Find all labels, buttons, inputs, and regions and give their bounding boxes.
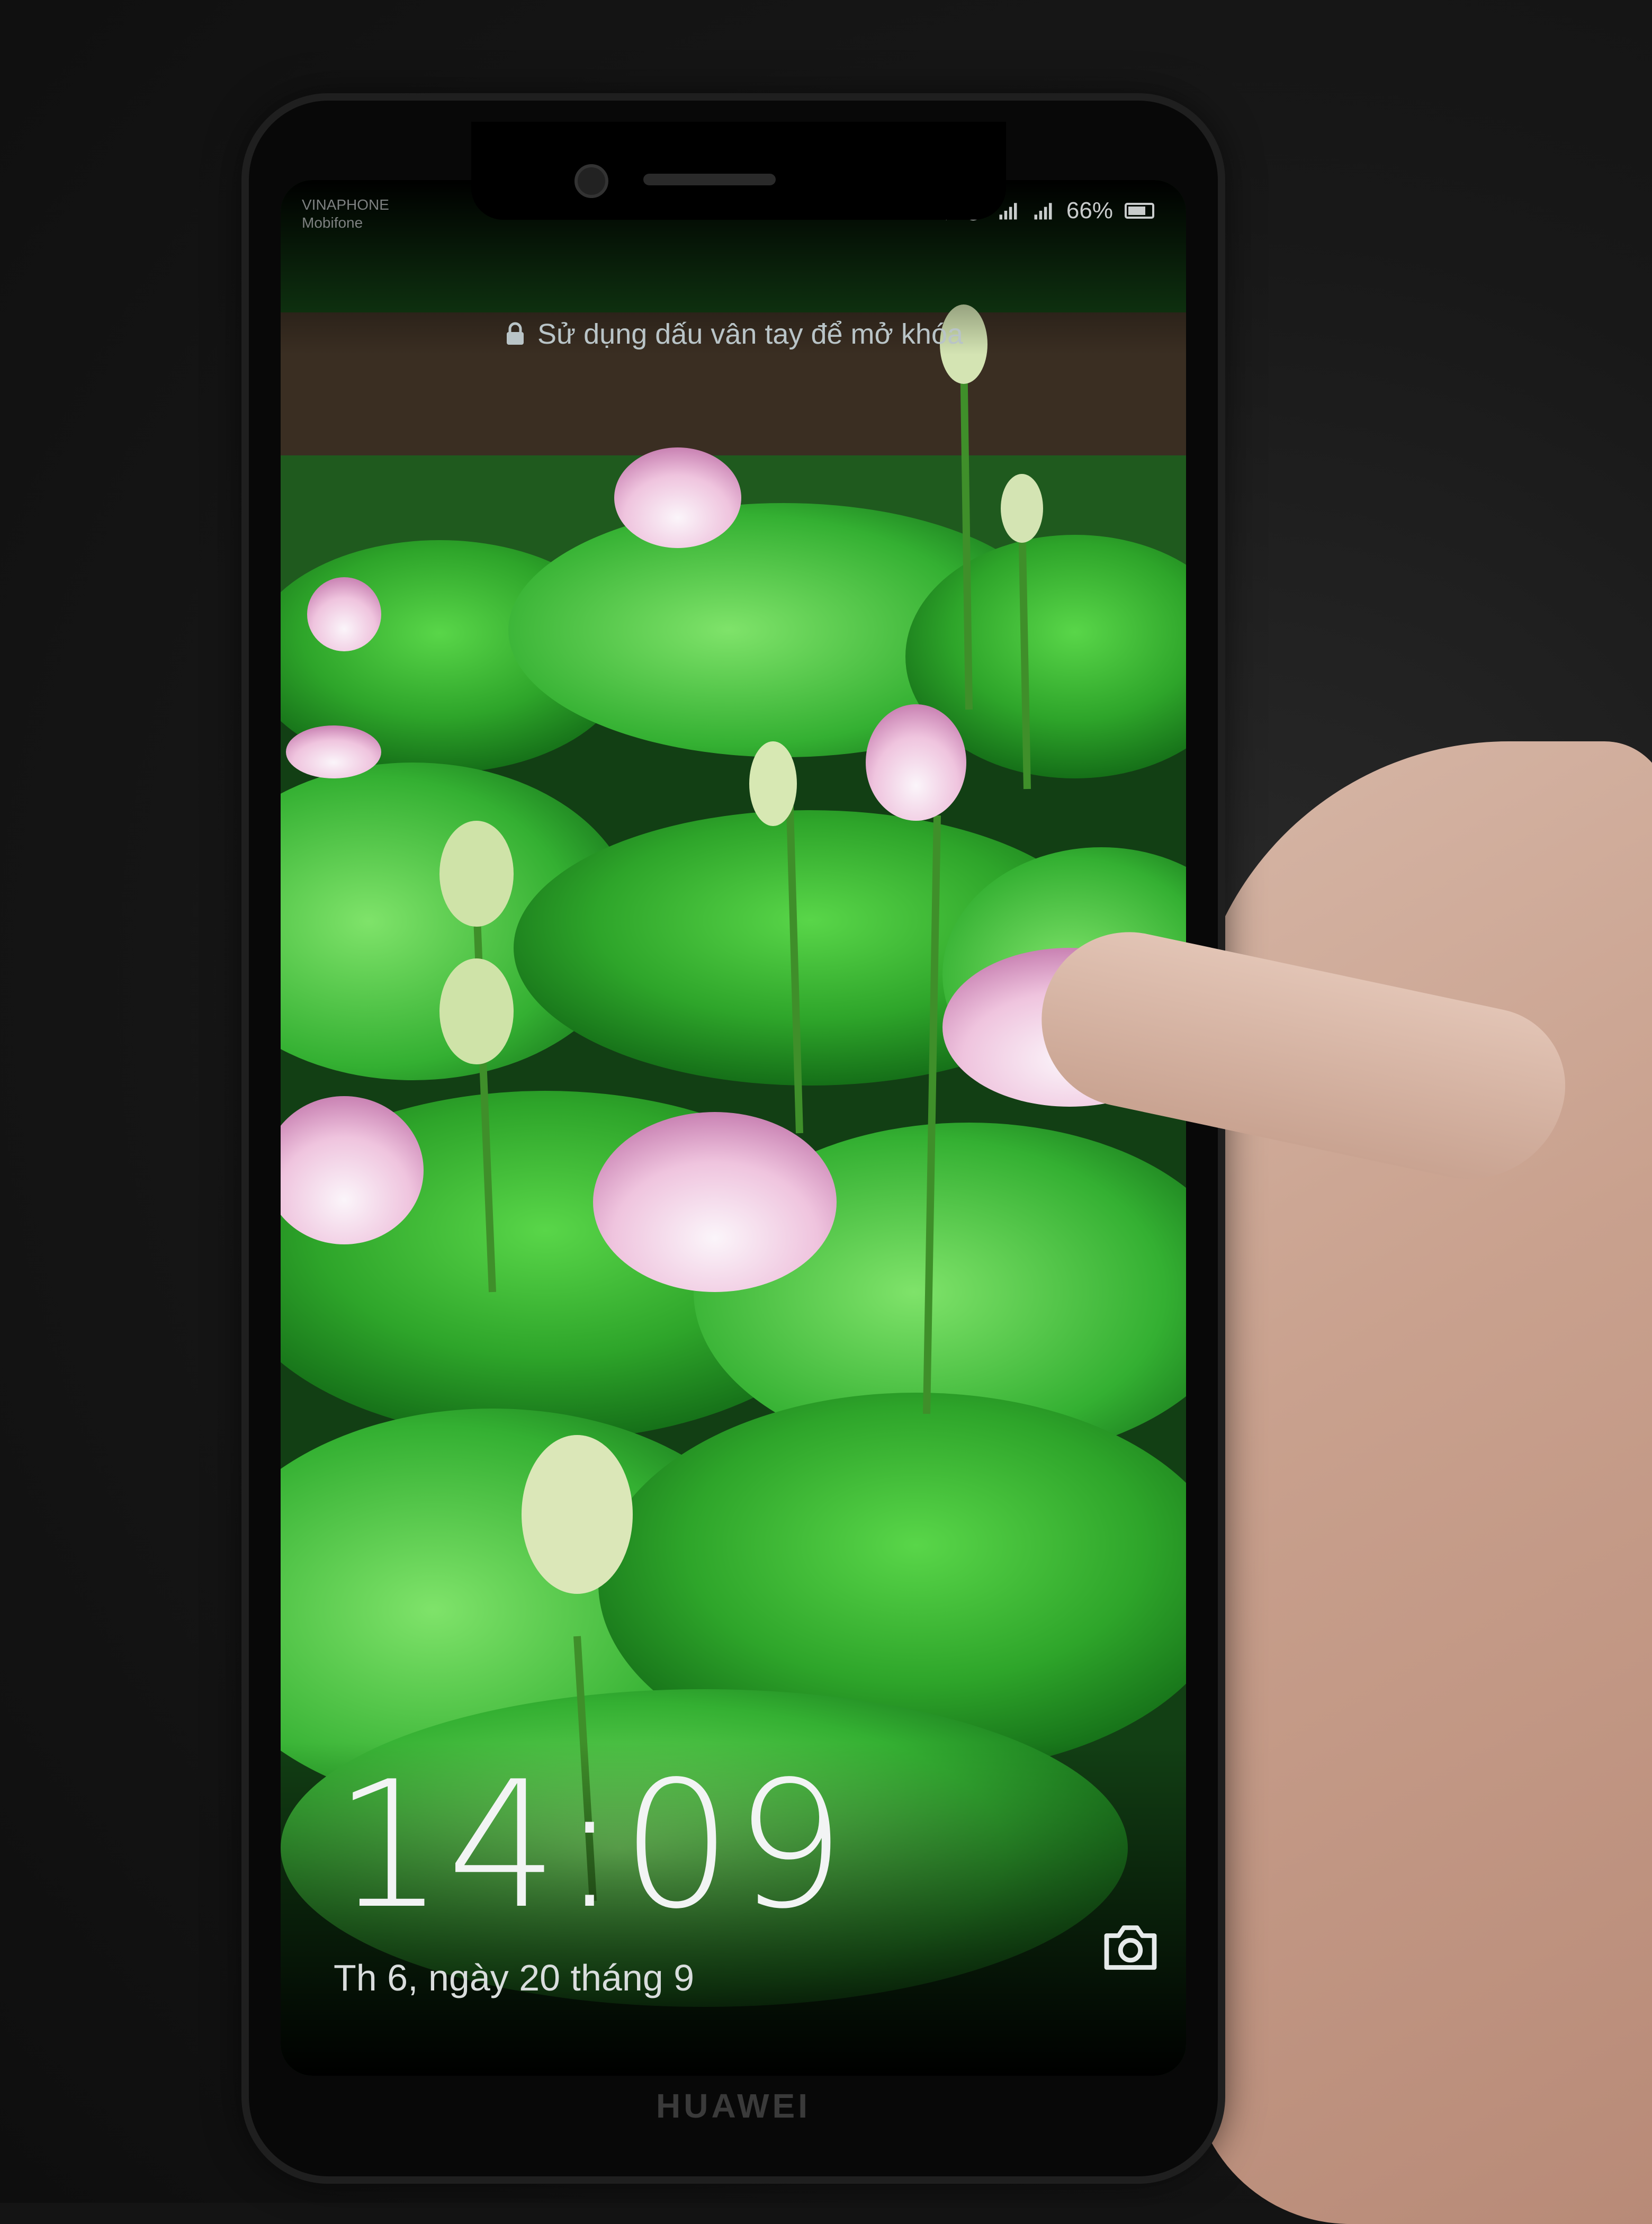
signal-icon-2 <box>1034 203 1052 220</box>
battery-percent: 66% <box>1066 198 1113 223</box>
lockscreen: VINAPHONE Mobifone 66% Sử dụng dấu vân t… <box>281 180 1186 2076</box>
carrier-name-1: VINAPHONE <box>302 196 389 213</box>
front-camera-icon <box>574 164 608 198</box>
battery-icon <box>1125 203 1154 219</box>
camera-icon[interactable] <box>1101 1922 1160 1973</box>
earpiece <box>643 174 776 185</box>
clock-date: Th 6, ngày 20 tháng 9 <box>334 1957 695 1998</box>
battery-fill <box>1128 207 1145 215</box>
display-notch <box>471 122 1006 220</box>
carrier-labels: VINAPHONE Mobifone <box>302 196 389 232</box>
phone: VINAPHONE Mobifone 66% Sử dụng dấu vân t… <box>249 101 1218 2176</box>
carrier-name-2: Mobifone <box>302 214 363 231</box>
clock-time: 14:09 <box>334 1744 848 1947</box>
lock-icon <box>506 322 524 345</box>
unlock-hint: Sử dụng dấu vân tay để mở khóa <box>281 318 1186 351</box>
brand-logo: HUAWEI <box>656 2087 811 2125</box>
unlock-hint-text: Sử dụng dấu vân tay để mở khóa <box>537 318 964 350</box>
